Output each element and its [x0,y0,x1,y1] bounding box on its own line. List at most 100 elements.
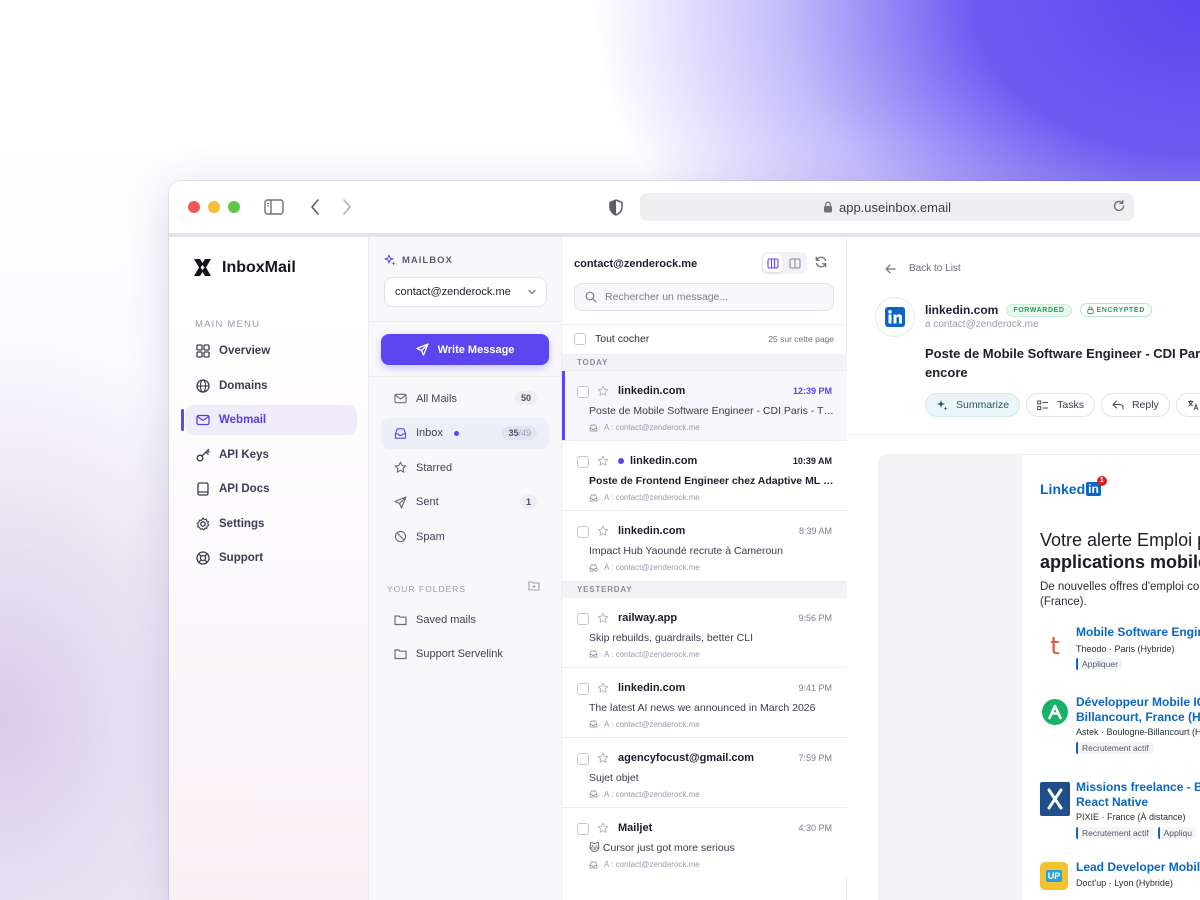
message-recipient: A : contact@zenderock.me [589,860,700,869]
summarize-button[interactable]: Summarize [925,393,1021,417]
folder-starred[interactable]: Starred [381,452,549,483]
row-checkbox[interactable] [577,526,589,539]
reload-icon[interactable] [1112,199,1126,213]
recipient-line: a contact@zenderock.me [925,319,1039,330]
email-actions: Summarize Tasks Reply [925,393,1200,417]
folder-inbox[interactable]: Inbox 35/49 [381,417,549,449]
job-tag[interactable]: Appliquer [1076,658,1122,670]
job-card[interactable]: t Mobile Software Engine Theodo · Paris … [1040,625,1200,685]
folder-count: 35/49 [502,425,537,440]
message-sender: linkedin.com [618,455,697,467]
close-window-button[interactable] [188,201,200,213]
message-sender: linkedin.com [618,681,686,694]
folder-sent[interactable]: Sent 1 [381,487,549,518]
job-title[interactable]: Développeur Mobile IO Billancourt, Franc… [1076,695,1200,725]
job-card[interactable]: Développeur Mobile IO Billancourt, Franc… [1040,695,1200,765]
shield-icon[interactable] [604,196,628,218]
custom-folder-item[interactable]: Support Servelink [381,639,549,670]
tasks-button[interactable]: Tasks [1026,393,1095,417]
folder-spam[interactable]: Spam [381,521,549,552]
message-row[interactable]: linkedin.com 10:39 AM Poste de Frontend … [562,440,847,511]
nav-item-settings[interactable]: Settings [185,509,357,539]
select-all-label[interactable]: Tout cocher [595,333,649,345]
refresh-icon[interactable] [814,255,828,269]
zoom-window-button[interactable] [228,201,240,213]
message-subject: Impact Hub Yaoundé recrute à Cameroun [589,545,783,558]
sidebar-toggle-icon[interactable] [262,196,286,218]
row-checkbox[interactable] [577,752,589,765]
row-checkbox[interactable] [577,823,589,836]
translate-button[interactable] [1175,393,1200,417]
forward-arrow-icon[interactable] [335,196,359,218]
write-message-button[interactable]: Write Message [381,334,549,365]
row-checkbox[interactable] [577,386,589,398]
message-row[interactable]: linkedin.com 9:41 PM The latest AI news … [562,666,847,737]
nav-item-api-docs[interactable]: API Docs [185,474,357,504]
select-all-checkbox[interactable] [574,332,586,345]
folder-all-mails[interactable]: All Mails 50 [381,383,549,414]
folder-label: Support Servelink [416,648,503,660]
mailbox-title: MAILBOX [384,254,453,266]
row-checkbox[interactable] [577,682,589,695]
main-menu-title: MAIN MENU [195,319,261,330]
nav-item-domains[interactable]: Domains [185,371,357,401]
message-recipient: A : contact@zenderock.me [589,790,700,799]
job-title[interactable]: Lead Developer Mobile [1076,860,1200,875]
back-label: Back to List [909,263,961,274]
nav-label: Webmail [219,414,267,426]
minimize-window-button[interactable] [208,201,220,213]
job-card[interactable]: UP Lead Developer Mobile Doct'up · Lyon … [1040,860,1200,900]
folder-label: Inbox [416,427,443,439]
reply-button[interactable]: Reply [1100,393,1170,417]
star-icon[interactable] [597,525,609,537]
folder-icon [394,649,407,660]
message-row[interactable]: linkedin.com 8:39 AM Impact Hub Yaoundé … [562,510,847,581]
custom-folder-item[interactable]: Saved mails [381,604,549,635]
nav-item-webmail[interactable]: Webmail [181,405,357,435]
back-to-list-link[interactable]: Back to List [885,263,961,274]
split-view-icon[interactable] [763,254,783,272]
nav-item-support[interactable]: Support [185,543,357,573]
message-subject: Poste de Frontend Engineer chez Adaptive… [589,475,834,488]
star-icon[interactable] [597,752,609,764]
message-row[interactable]: linkedin.com 12:39 PM Poste de Mobile So… [562,370,847,441]
browser-window: app.useinbox.email InboxMail MAIN MENU O… [169,181,1200,900]
star-icon[interactable] [597,612,609,624]
message-time: 8:39 AM [798,526,832,537]
columns-view-icon[interactable] [785,254,805,272]
email-content-frame: Linked in 1 Votre alerte Emploi p applica… [878,454,1200,900]
message-subject: The latest AI news we announced in March… [589,701,816,714]
message-time: 4:30 PM [798,823,832,834]
message-row[interactable]: agencyfocust@gmail.com 7:59 PM Sujet obj… [562,736,847,808]
address-bar[interactable]: app.useinbox.email [640,193,1134,221]
tasks-icon [1037,400,1049,410]
star-icon[interactable] [597,682,609,694]
job-card[interactable]: Missions freelance - Ba React Native PIX… [1040,780,1200,850]
job-title[interactable]: Mobile Software Engine [1076,625,1200,640]
star-icon[interactable] [597,385,609,397]
row-checkbox[interactable] [577,456,589,469]
star-icon[interactable] [597,455,609,467]
message-search[interactable] [574,283,834,311]
message-subject: 🐱 Cursor just got more serious [589,842,735,855]
reading-pane: Back to List linkedin.com FORWARDED ENCR… [847,237,1200,900]
message-recipient: A : contact@zenderock.me [589,493,700,502]
message-row[interactable]: Mailjet 4:30 PM 🐱 Cursor just got more s… [562,807,847,878]
star-icon[interactable] [597,822,609,834]
app-logo[interactable]: InboxMail [192,257,296,278]
job-tag[interactable]: Appliqu [1157,827,1196,839]
search-input[interactable] [605,291,825,303]
message-subject: Sujet objet [589,771,639,784]
row-checkbox[interactable] [577,612,589,625]
message-recipient: A : contact@zenderock.me [589,720,700,729]
job-title[interactable]: Missions freelance - Ba React Native [1076,780,1200,810]
company-logo: t [1050,632,1060,660]
message-sender: Mailjet [618,822,653,835]
account-select[interactable]: contact@zenderock.me [384,277,547,307]
back-arrow-icon[interactable] [303,196,327,218]
message-row[interactable]: railway.app 9:56 PM Skip rebuilds, guard… [562,596,847,667]
job-tags: Appliquer [1076,658,1122,670]
add-folder-icon[interactable] [528,580,540,591]
nav-item-api-keys[interactable]: API Keys [185,440,357,470]
nav-item-overview[interactable]: Overview [185,336,357,366]
